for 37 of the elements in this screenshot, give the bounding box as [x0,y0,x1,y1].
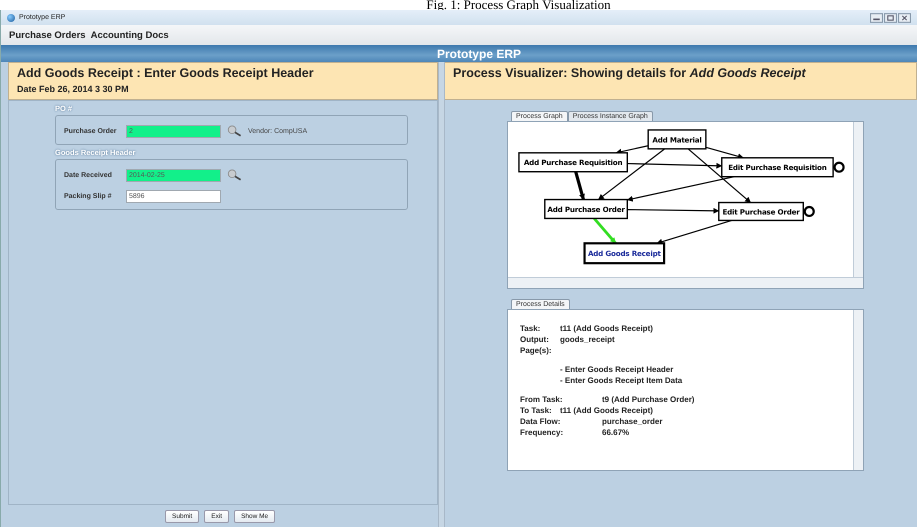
graph-node[interactable] [518,152,628,172]
detail-value: t9 (Add Purchase Order) [602,395,694,406]
page-title: Add Goods Receipt : Enter Goods Receipt Header [17,65,315,81]
close-button[interactable] [898,12,911,22]
app-logo-icon [7,14,15,22]
horizontal-scrollbar[interactable] [508,277,863,288]
search-icon[interactable] [227,124,244,138]
vertical-scrollbar[interactable] [853,122,863,277]
graph-node[interactable] [718,202,804,222]
minimize-button[interactable] [870,12,883,22]
graph-node[interactable] [544,198,628,220]
maximize-button[interactable] [884,12,897,22]
detail-label: Page(s): [520,346,553,357]
detail-value: goods_receipt [560,335,615,346]
banner-title: Prototype ERP [436,46,521,60]
detail-value: t11 (Add Goods Receipt) [560,324,653,335]
detail-value: t11 (Add Goods Receipt) [560,406,653,417]
detail-value: - Enter Goods Receipt Header [560,365,674,376]
graph-node[interactable] [647,129,707,150]
menu-item[interactable]: Purchase Orders [9,30,86,40]
page-date: Date Feb 26, 2014 3 30 PM [17,84,130,94]
detail-value: purchase_order [602,417,662,428]
splitter-handle[interactable] [438,62,445,527]
detail-value: 66.67% [602,428,630,439]
detail-label: From Task: [520,395,564,406]
detail-label: Task: [520,324,542,335]
graph-node[interactable] [721,157,834,178]
detail-value: - Enter Goods Receipt Item Data [560,376,682,387]
detail-label: Data Flow: [520,417,562,428]
visualizer-title: Process Visualizer: Showing details for Add Goods Receipt [453,65,807,81]
menu-item[interactable]: Accounting Docs [90,30,169,40]
graph-node[interactable] [583,242,666,264]
detail-label: To Task: [520,406,553,417]
search-icon[interactable] [227,168,244,182]
vertical-scrollbar[interactable] [853,310,863,470]
detail-label: Frequency: [520,428,564,439]
detail-label: Output: [520,335,550,346]
